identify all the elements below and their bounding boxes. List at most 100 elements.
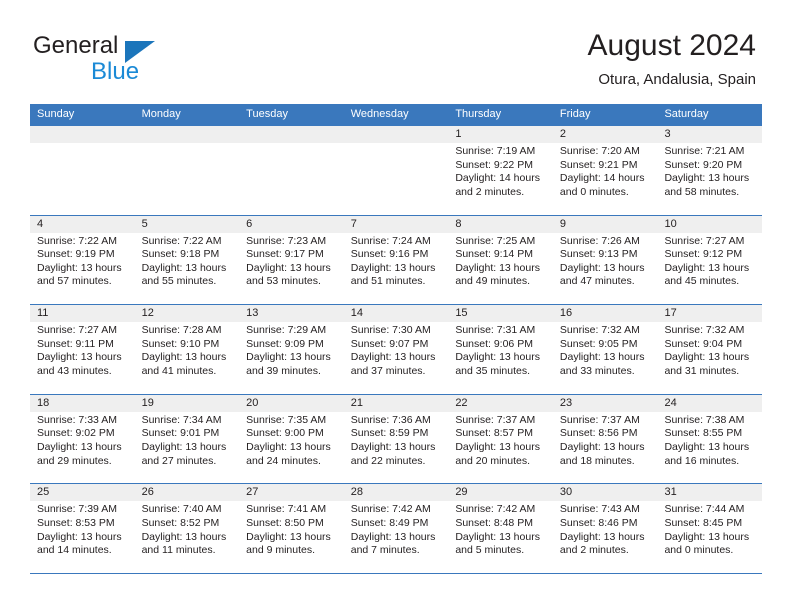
day-info: Sunrise: 7:42 AM Sunset: 8:48 PM Dayligh… [455, 503, 546, 557]
daylight-text-line1: Daylight: 13 hours [350, 261, 436, 274]
day-number: 21 [350, 396, 363, 409]
day-info: Sunrise: 7:25 AM Sunset: 9:14 PM Dayligh… [455, 235, 546, 289]
daylight-text-line1: Daylight: 13 hours [559, 440, 645, 453]
daylight-text-line2: and 22 minutes. [350, 454, 426, 467]
day-info: Sunrise: 7:27 AM Sunset: 9:11 PM Dayligh… [37, 324, 128, 378]
sunset-text: Sunset: 9:00 PM [246, 427, 324, 440]
day-info: Sunrise: 7:23 AM Sunset: 9:17 PM Dayligh… [246, 235, 337, 289]
daylight-text-line1: Daylight: 13 hours [664, 261, 750, 274]
day-cell[interactable]: 7 Sunrise: 7:24 AM Sunset: 9:16 PM Dayli… [344, 216, 449, 305]
sunrise-text: Sunrise: 7:34 AM [141, 413, 222, 426]
day-cell[interactable] [30, 126, 135, 215]
day-cell[interactable]: 4 Sunrise: 7:22 AM Sunset: 9:19 PM Dayli… [30, 216, 135, 305]
sunset-text: Sunset: 8:45 PM [664, 516, 743, 529]
day-cell[interactable]: 26 Sunrise: 7:40 AM Sunset: 8:52 PM Dayl… [135, 484, 240, 573]
sunrise-text: Sunrise: 7:44 AM [664, 503, 745, 516]
daylight-text-line1: Daylight: 13 hours [141, 530, 227, 543]
day-cell[interactable]: 16 Sunrise: 7:32 AM Sunset: 9:05 PM Dayl… [553, 305, 658, 394]
day-info: Sunrise: 7:39 AM Sunset: 8:53 PM Dayligh… [37, 503, 128, 557]
day-cell[interactable]: 10 Sunrise: 7:27 AM Sunset: 9:12 PM Dayl… [657, 216, 762, 305]
calendar-page: General Blue August 2024 Otura, Andalusi… [0, 0, 792, 612]
daylight-text-line2: and 18 minutes. [559, 454, 635, 467]
daylight-text-line1: Daylight: 13 hours [141, 261, 227, 274]
page-header: General Blue August 2024 Otura, Andalusi… [0, 0, 792, 104]
sunrise-text: Sunrise: 7:29 AM [246, 324, 327, 337]
day-cell[interactable]: 14 Sunrise: 7:30 AM Sunset: 9:07 PM Dayl… [344, 305, 449, 394]
day-number: 14 [350, 307, 363, 320]
sunrise-text: Sunrise: 7:24 AM [350, 234, 431, 247]
day-cell[interactable]: 11 Sunrise: 7:27 AM Sunset: 9:11 PM Dayl… [30, 305, 135, 394]
sunrise-text: Sunrise: 7:37 AM [559, 413, 640, 426]
day-cell[interactable]: 21 Sunrise: 7:36 AM Sunset: 8:59 PM Dayl… [344, 395, 449, 484]
day-cell[interactable]: 29 Sunrise: 7:42 AM Sunset: 8:48 PM Dayl… [448, 484, 553, 573]
day-number [37, 126, 128, 143]
week-row: 25 Sunrise: 7:39 AM Sunset: 8:53 PM Dayl… [30, 483, 762, 573]
day-cell[interactable]: 19 Sunrise: 7:34 AM Sunset: 9:01 PM Dayl… [135, 395, 240, 484]
sunset-text: Sunset: 9:07 PM [350, 337, 429, 350]
sunrise-text: Sunrise: 7:36 AM [350, 413, 431, 426]
day-cell[interactable]: 30 Sunrise: 7:43 AM Sunset: 8:46 PM Dayl… [553, 484, 658, 573]
day-cell[interactable]: 22 Sunrise: 7:37 AM Sunset: 8:57 PM Dayl… [448, 395, 553, 484]
day-number: 6 [246, 217, 253, 230]
day-cell[interactable]: 12 Sunrise: 7:28 AM Sunset: 9:10 PM Dayl… [135, 305, 240, 394]
day-cell[interactable]: 18 Sunrise: 7:33 AM Sunset: 9:02 PM Dayl… [30, 395, 135, 484]
day-cell[interactable]: 27 Sunrise: 7:41 AM Sunset: 8:50 PM Dayl… [239, 484, 344, 573]
day-number: 1 [455, 128, 462, 140]
day-cell[interactable]: 25 Sunrise: 7:39 AM Sunset: 8:53 PM Dayl… [30, 484, 135, 573]
day-number: 31 [664, 486, 677, 499]
sunset-text: Sunset: 9:12 PM [664, 248, 743, 261]
daylight-text-line1: Daylight: 13 hours [455, 351, 540, 364]
daylight-text-line2: and 53 minutes. [246, 275, 321, 288]
daylight-text-line1: Daylight: 13 hours [37, 261, 122, 274]
week-row: 1 Sunrise: 7:19 AM Sunset: 9:22 PM Dayli… [30, 125, 762, 215]
day-cell[interactable]: 15 Sunrise: 7:31 AM Sunset: 9:06 PM Dayl… [448, 305, 553, 394]
week-row: 4 Sunrise: 7:22 AM Sunset: 9:19 PM Dayli… [30, 214, 762, 305]
day-cell[interactable]: 13 Sunrise: 7:29 AM Sunset: 9:09 PM Dayl… [239, 305, 344, 394]
daylight-text-line1: Daylight: 13 hours [350, 351, 436, 364]
day-info: Sunrise: 7:37 AM Sunset: 8:56 PM Dayligh… [560, 414, 651, 468]
daylight-text-line1: Daylight: 13 hours [664, 351, 750, 364]
daylight-text-line2: and 55 minutes. [141, 275, 217, 288]
sunrise-text: Sunrise: 7:23 AM [246, 234, 327, 247]
day-cell[interactable]: 3 Sunrise: 7:21 AM Sunset: 9:20 PM Dayli… [657, 126, 762, 215]
day-cell[interactable]: 28 Sunrise: 7:42 AM Sunset: 8:49 PM Dayl… [344, 484, 449, 573]
day-number: 8 [455, 217, 462, 230]
day-number: 2 [559, 128, 567, 140]
day-number: 9 [559, 217, 567, 230]
day-info: Sunrise: 7:41 AM Sunset: 8:50 PM Dayligh… [246, 503, 337, 557]
weekday-header-monday: Monday [141, 108, 181, 120]
day-cell[interactable]: 5 Sunrise: 7:22 AM Sunset: 9:18 PM Dayli… [135, 216, 240, 305]
sunrise-text: Sunrise: 7:27 AM [664, 234, 745, 247]
daylight-text-line1: Daylight: 13 hours [37, 440, 122, 453]
day-info: Sunrise: 7:44 AM Sunset: 8:45 PM Dayligh… [664, 503, 755, 557]
day-cell[interactable]: 2 Sunrise: 7:20 AM Sunset: 9:21 PM Dayli… [553, 126, 658, 215]
day-info: Sunrise: 7:42 AM Sunset: 8:49 PM Dayligh… [351, 503, 442, 557]
day-cell[interactable]: 31 Sunrise: 7:44 AM Sunset: 8:45 PM Dayl… [657, 484, 762, 573]
day-number: 12 [141, 307, 154, 320]
day-cell[interactable]: 6 Sunrise: 7:23 AM Sunset: 9:17 PM Dayli… [239, 216, 344, 305]
daylight-text-line2: and 0 minutes. [664, 544, 734, 557]
day-cell[interactable]: 24 Sunrise: 7:38 AM Sunset: 8:55 PM Dayl… [657, 395, 762, 484]
generalblue-logo[interactable]: General Blue [33, 33, 193, 89]
day-cell[interactable]: 1 Sunrise: 7:19 AM Sunset: 9:22 PM Dayli… [448, 126, 553, 215]
day-number: 27 [246, 486, 259, 499]
day-info: Sunrise: 7:43 AM Sunset: 8:46 PM Dayligh… [560, 503, 651, 557]
sunset-text: Sunset: 9:19 PM [37, 248, 115, 261]
day-cell[interactable]: 9 Sunrise: 7:26 AM Sunset: 9:13 PM Dayli… [553, 216, 658, 305]
sunset-text: Sunset: 9:21 PM [559, 158, 638, 171]
day-cell[interactable]: 8 Sunrise: 7:25 AM Sunset: 9:14 PM Dayli… [448, 216, 553, 305]
sunset-text: Sunset: 9:11 PM [37, 337, 114, 350]
day-number: 19 [141, 396, 154, 409]
day-info: Sunrise: 7:33 AM Sunset: 9:02 PM Dayligh… [37, 414, 128, 468]
day-cell[interactable] [135, 126, 240, 215]
day-cell[interactable]: 17 Sunrise: 7:32 AM Sunset: 9:04 PM Dayl… [657, 305, 762, 394]
day-cell[interactable]: 20 Sunrise: 7:35 AM Sunset: 9:00 PM Dayl… [239, 395, 344, 484]
daylight-text-line1: Daylight: 13 hours [37, 351, 122, 364]
day-number: 17 [664, 307, 677, 320]
sunrise-text: Sunrise: 7:30 AM [350, 324, 431, 337]
sunset-text: Sunset: 9:16 PM [350, 248, 429, 261]
day-cell[interactable]: 23 Sunrise: 7:37 AM Sunset: 8:56 PM Dayl… [553, 395, 658, 484]
sunrise-text: Sunrise: 7:31 AM [455, 324, 536, 337]
day-cell[interactable] [344, 126, 449, 215]
day-cell[interactable] [239, 126, 344, 215]
